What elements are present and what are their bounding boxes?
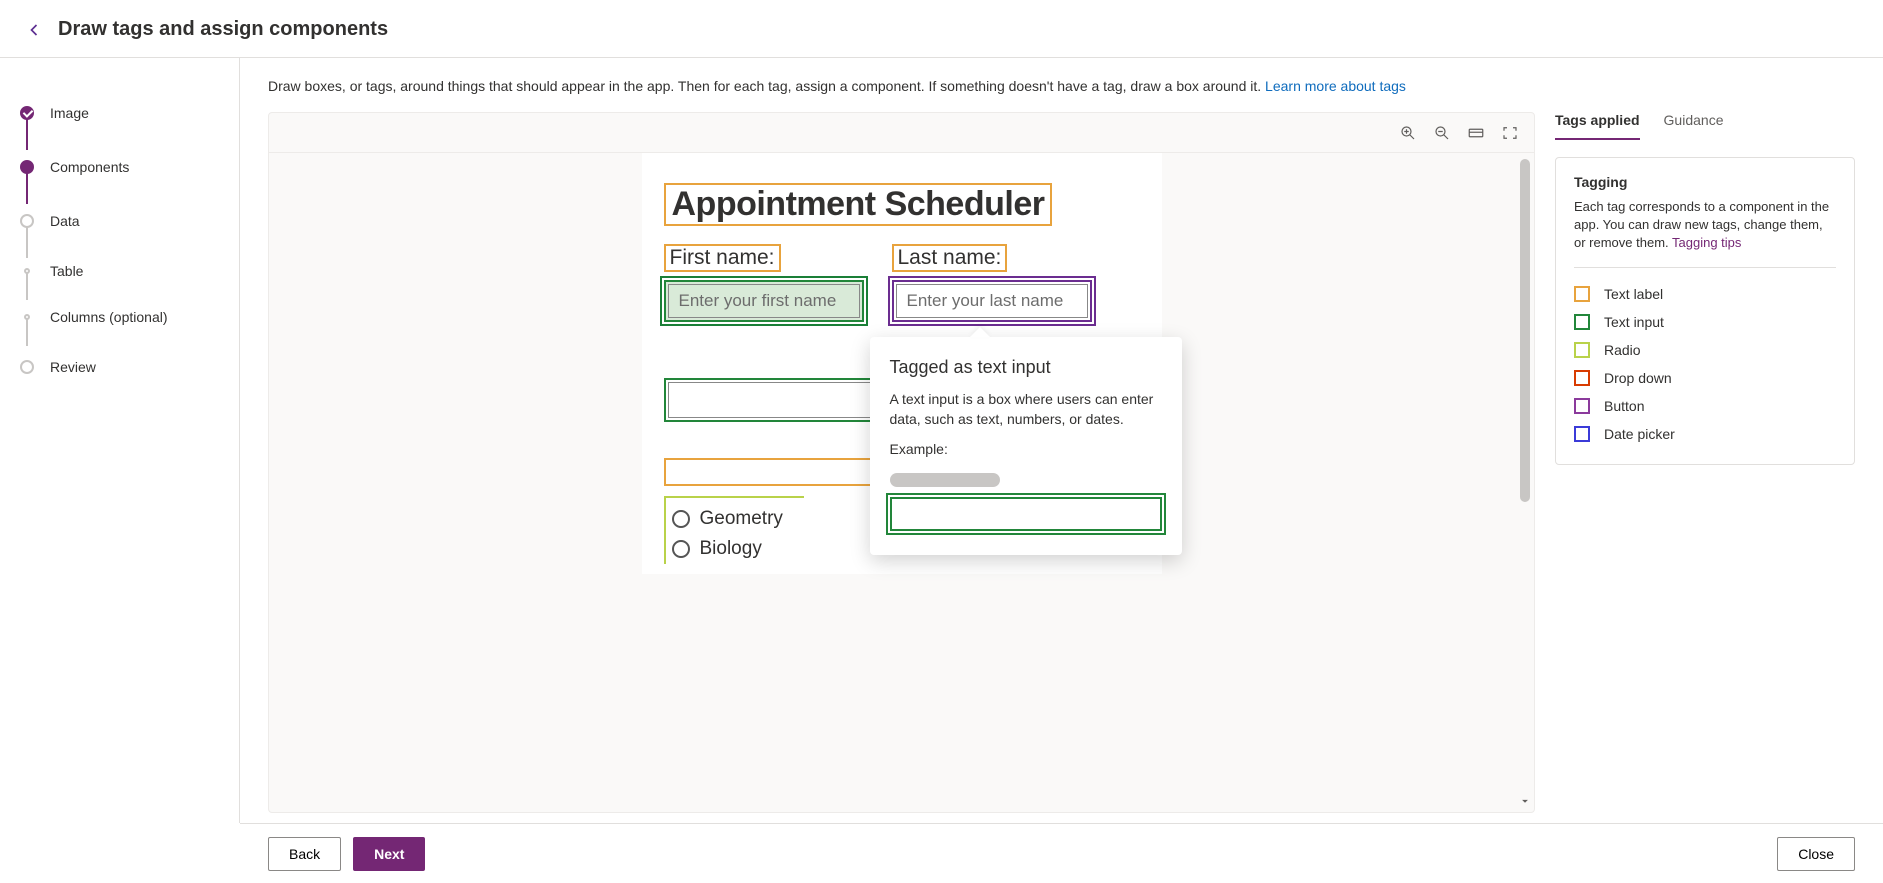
step-label: Table [50, 263, 83, 279]
legend-label: Date picker [1604, 426, 1675, 442]
radio-biology[interactable]: Biology [672, 534, 796, 564]
step-label: Image [50, 105, 89, 121]
legend-text-input[interactable]: Text input [1574, 308, 1836, 336]
step-bullet-icon [20, 360, 34, 374]
tag-first-name-label[interactable]: First name: [664, 244, 781, 272]
radio-label: Biology [700, 538, 762, 560]
swatch-icon [1574, 370, 1590, 386]
swatch-icon [1574, 286, 1590, 302]
tag-info-popover: Tagged as text input A text input is a b… [870, 337, 1182, 555]
instruction-text: Draw boxes, or tags, around things that … [268, 78, 1855, 94]
tag-radio-group[interactable]: Geometry Biology [664, 496, 804, 564]
back-button[interactable]: Back [268, 837, 341, 871]
tag-legend: Text label Text input Radio Drop do [1574, 267, 1836, 448]
swatch-icon [1574, 398, 1590, 414]
scroll-down-icon[interactable] [1518, 794, 1532, 808]
tab-guidance[interactable]: Guidance [1664, 112, 1724, 140]
fit-screen-icon[interactable] [1500, 123, 1520, 143]
legend-radio[interactable]: Radio [1574, 336, 1836, 364]
legend-button[interactable]: Button [1574, 392, 1836, 420]
popover-example-label: Example: [890, 441, 1162, 457]
tagging-panel: Tagging Each tag corresponds to a compon… [1555, 157, 1855, 465]
popover-body: A text input is a box where users can en… [890, 390, 1162, 429]
tab-tags-applied[interactable]: Tags applied [1555, 112, 1640, 140]
last-name-placeholder: Enter your last name [896, 284, 1088, 318]
close-button[interactable]: Close [1777, 837, 1855, 871]
legend-text-label[interactable]: Text label [1574, 280, 1836, 308]
step-data[interactable]: Data [20, 194, 219, 248]
step-columns[interactable]: Columns (optional) [20, 294, 219, 340]
step-subbullet-icon [24, 268, 30, 274]
step-components[interactable]: Components [20, 140, 219, 194]
tag-first-name-input[interactable]: Enter your first name [664, 280, 864, 322]
swatch-icon [1574, 426, 1590, 442]
tagging-tips-link[interactable]: Tagging tips [1672, 235, 1741, 250]
step-table[interactable]: Table [20, 248, 219, 294]
legend-label: Text label [1604, 286, 1663, 302]
swatch-icon [1574, 314, 1590, 330]
legend-label: Text input [1604, 314, 1664, 330]
step-label: Components [50, 159, 129, 175]
radio-icon [672, 510, 690, 528]
step-label: Review [50, 359, 96, 375]
learn-more-link[interactable]: Learn more about tags [1265, 78, 1406, 94]
legend-date-picker[interactable]: Date picker [1574, 420, 1836, 448]
radio-geometry[interactable]: Geometry [672, 504, 796, 534]
swatch-icon [1574, 342, 1590, 358]
step-bullet-icon [20, 214, 34, 228]
example-text-input [890, 497, 1162, 531]
wizard-sidebar: Image Components Data Table Columns (opt… [0, 58, 240, 823]
panel-title: Tagging [1574, 174, 1836, 190]
radio-icon [672, 540, 690, 558]
step-subbullet-icon [24, 314, 30, 320]
legend-label: Radio [1604, 342, 1641, 358]
fit-width-icon[interactable] [1466, 123, 1486, 143]
step-image[interactable]: Image [20, 86, 219, 140]
page-title: Draw tags and assign components [58, 18, 388, 41]
example-placeholder-pill [890, 473, 1000, 487]
next-button[interactable]: Next [353, 837, 425, 871]
tag-last-name-input[interactable]: Enter your last name [892, 280, 1092, 322]
legend-drop-down[interactable]: Drop down [1574, 364, 1836, 392]
legend-label: Button [1604, 398, 1644, 414]
tagging-canvas[interactable]: Appointment Scheduler First name: Enter … [268, 112, 1535, 813]
legend-label: Drop down [1604, 370, 1672, 386]
canvas-scrollbar[interactable] [1520, 159, 1530, 502]
step-label: Columns (optional) [50, 309, 168, 325]
tag-title[interactable]: Appointment Scheduler [664, 183, 1053, 226]
step-label: Data [50, 213, 80, 229]
zoom-out-icon[interactable] [1432, 123, 1452, 143]
first-name-placeholder: Enter your first name [668, 284, 860, 318]
step-review[interactable]: Review [20, 340, 219, 394]
popover-title: Tagged as text input [890, 357, 1162, 378]
zoom-in-icon[interactable] [1398, 123, 1418, 143]
radio-label: Geometry [700, 508, 783, 530]
tag-last-name-label[interactable]: Last name: [892, 244, 1008, 272]
step-bullet-active-icon [20, 160, 34, 174]
step-bullet-done-icon [20, 106, 34, 120]
back-arrow-icon[interactable] [24, 20, 44, 40]
